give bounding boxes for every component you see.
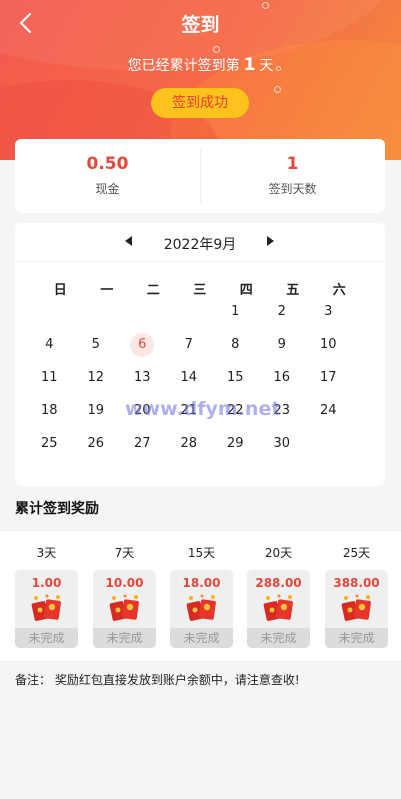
signin-summary: 您已经累计签到第 1 天	[0, 55, 401, 75]
red-envelope-icon	[263, 594, 293, 621]
reward-status: 未完成	[170, 628, 233, 648]
reward-status: 未完成	[93, 628, 156, 648]
calendar-day[interactable]: 10	[316, 333, 340, 357]
weekday-label: 二	[146, 283, 160, 298]
reward-days-label: 15天	[187, 546, 216, 560]
stat-value: 1	[286, 154, 299, 174]
calendar-day[interactable]: 16	[270, 366, 294, 390]
calendar-day[interactable]: 2	[270, 300, 294, 324]
reward-amount: 388.00	[333, 576, 380, 590]
reward-card: 20天 288.00 未完成	[247, 531, 310, 648]
calendar-day[interactable]: 25	[37, 432, 61, 456]
calendar-day[interactable]: 11	[37, 366, 61, 390]
summary-prefix: 您已经累计签到第	[127, 58, 240, 74]
calendar-day[interactable]: 28	[177, 432, 201, 456]
weekday-row: 日 一 二 三 四 五 六	[37, 279, 385, 298]
calendar-day[interactable]: 14	[177, 366, 201, 390]
calendar-month-label: 2022年9月	[163, 237, 237, 253]
calendar-day[interactable]: 27	[130, 432, 154, 456]
page-title: 签到	[181, 14, 220, 36]
reward-days-label: 25天	[342, 546, 371, 560]
calendar-day[interactable]: 29	[223, 432, 247, 456]
reward-days-label: 7天	[114, 546, 135, 560]
reward-amount: 288.00	[255, 576, 302, 590]
stat-signin-days: 1 签到天数	[200, 139, 385, 213]
reward-card: 7天 10.00 未完成	[93, 531, 156, 648]
reward-days-label: 3天	[36, 546, 57, 560]
weekday-label: 三	[193, 283, 207, 298]
weekday-label: 六	[332, 283, 346, 298]
calendar-day[interactable]: 3	[316, 300, 340, 324]
calendar-day[interactable]: 24	[316, 399, 340, 423]
reward-card: 15天 18.00 未完成	[170, 531, 233, 648]
bubble-decoration	[262, 2, 269, 9]
reward-amount: 10.00	[105, 576, 144, 590]
watermark-text: www.dfym.net	[125, 398, 281, 420]
stat-label: 现金	[95, 182, 120, 196]
calendar-day[interactable]: 1	[223, 300, 247, 324]
red-envelope-icon	[186, 594, 216, 621]
calendar-day[interactable]: 30	[270, 432, 294, 456]
reward-days-label: 20天	[264, 546, 293, 560]
calendar-day[interactable]: 12	[84, 366, 108, 390]
red-envelope-icon	[341, 594, 371, 621]
signin-calendar: 2022年9月 日 一 二 三 四 五 六 1 2 3 4 5 6 7 8 9 10 11 12 13 1…	[15, 223, 385, 486]
red-envelope-icon	[109, 594, 139, 621]
reward-status: 未完成	[325, 628, 388, 648]
reward-status: 未完成	[247, 628, 310, 648]
reward-card: 25天 388.00 未完成	[325, 531, 388, 648]
calendar-day[interactable]: 13	[130, 366, 154, 390]
reward-box[interactable]: 1.00 未完成	[15, 570, 78, 648]
rewards-section-title: 累计签到奖励	[15, 501, 99, 517]
calendar-day[interactable]: 18	[37, 399, 61, 423]
reward-amount: 1.00	[31, 576, 62, 590]
calendar-day[interactable]: 26	[84, 432, 108, 456]
weekday-label: 五	[286, 283, 300, 298]
weekday-label: 日	[53, 283, 67, 298]
calendar-header: 2022年9月	[15, 223, 385, 262]
reward-note: 备注： 奖励红包直接发放到账户余额中，请注意查收!	[15, 673, 300, 687]
stat-cash: 0.50 现金	[15, 139, 200, 213]
stats-card: 0.50 现金 1 签到天数	[15, 139, 385, 213]
calendar-day[interactable]: 4	[37, 333, 61, 357]
calendar-day[interactable]: 19	[84, 399, 108, 423]
stat-value: 0.50	[86, 154, 129, 174]
calendar-day[interactable]: 8	[223, 333, 247, 357]
calendar-day[interactable]: 5	[84, 333, 108, 357]
reward-box[interactable]: 18.00 未完成	[170, 570, 233, 648]
reward-box[interactable]: 10.00 未完成	[93, 570, 156, 648]
bubble-decoration	[274, 86, 281, 93]
stat-label: 签到天数	[268, 182, 317, 196]
reward-box[interactable]: 288.00 未完成	[247, 570, 310, 648]
reward-box[interactable]: 388.00 未完成	[325, 570, 388, 648]
calendar-day[interactable]: 9	[270, 333, 294, 357]
weekday-label: 四	[239, 283, 253, 298]
summary-suffix: 天	[259, 58, 274, 74]
header-banner: 签到 您已经累计签到第 1 天 签到成功	[0, 0, 401, 160]
calendar-day[interactable]: 17	[316, 366, 340, 390]
red-envelope-icon	[31, 594, 61, 621]
calendar-day[interactable]: 6	[130, 333, 155, 357]
reward-amount: 18.00	[182, 576, 221, 590]
bubble-decoration	[213, 46, 220, 53]
reward-card: 3天 1.00 未完成	[15, 531, 78, 648]
calendar-day[interactable]: 15	[223, 366, 247, 390]
signin-success-button[interactable]: 签到成功	[151, 88, 249, 118]
rewards-list: 3天 1.00 未完成 7天 10.00 未完成 15天 18.00 未完成 20天 288.00 未…	[0, 530, 401, 662]
reward-status: 未完成	[15, 628, 78, 648]
calendar-day[interactable]: 7	[177, 333, 201, 357]
next-month-arrow-icon[interactable]	[267, 236, 274, 246]
signed-days-count: 1	[243, 55, 256, 75]
weekday-label: 一	[100, 283, 114, 298]
